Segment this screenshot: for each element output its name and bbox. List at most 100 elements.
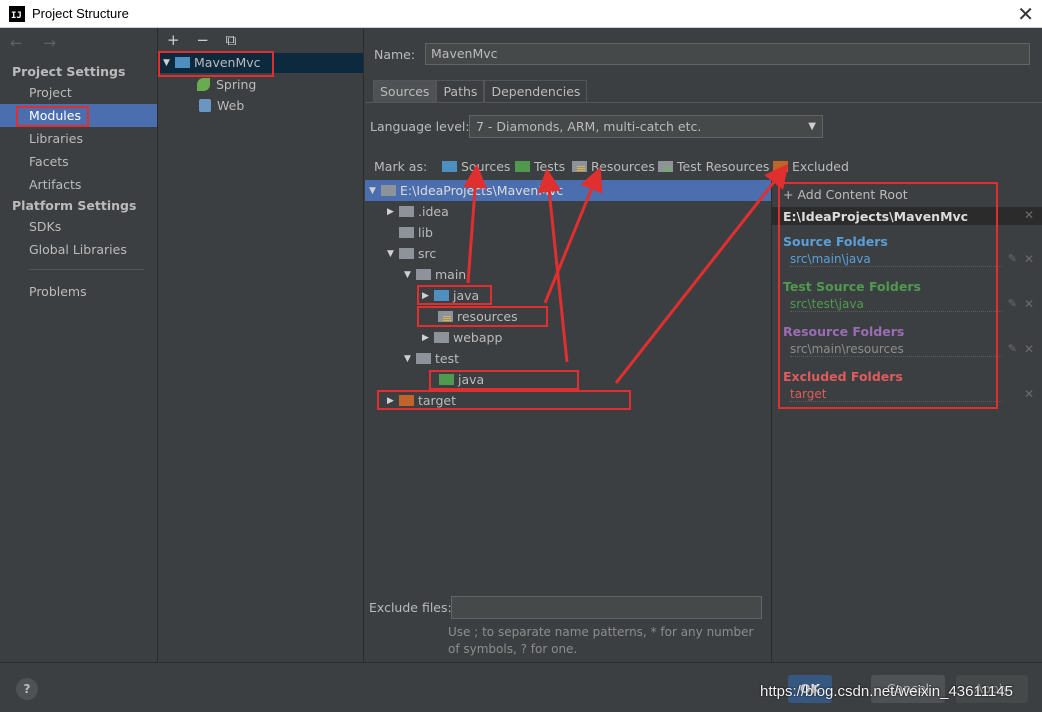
mark-resources-label: Resources	[591, 159, 655, 174]
mark-excluded-button[interactable]: Excluded	[773, 159, 849, 174]
test-folder-icon	[439, 374, 454, 385]
module-item-mavenmvc[interactable]: ▼ MavenMvc	[163, 55, 261, 70]
language-level-label: Language level:	[370, 119, 470, 134]
back-forward-icon[interactable]: ← →	[10, 34, 64, 52]
project-settings-header: Project Settings	[12, 64, 126, 79]
tree-item-src[interactable]: ▼ src	[387, 246, 436, 261]
tree-item-test[interactable]: ▼ test	[404, 351, 459, 366]
remove-folder-icon[interactable]: ✕	[1024, 387, 1034, 401]
tree-item-webapp[interactable]: ▶ webapp	[422, 330, 502, 345]
folder-icon	[399, 248, 414, 259]
test-resources-folder-icon	[658, 161, 673, 172]
tree-item-resources[interactable]: resources	[438, 309, 518, 324]
exclude-files-label: Exclude files:	[369, 600, 452, 615]
add-content-root-button[interactable]: + Add Content Root	[783, 187, 908, 202]
watermark-text: https://blog.csdn.net/weixin_43611145	[760, 683, 1013, 700]
nav-item-global-libraries[interactable]: Global Libraries	[29, 242, 127, 257]
collapse-arrow-icon[interactable]: ▶	[422, 333, 434, 343]
excluded-folder-entry: target	[790, 387, 1002, 402]
tree-item-root[interactable]: ▼ E:\IdeaProjects\MavenMvc	[369, 183, 563, 198]
content-roots-pane: + Add Content Root E:\IdeaProjects\Maven…	[771, 180, 1042, 662]
tab-sources[interactable]: Sources	[373, 80, 437, 102]
mark-tests-label: Tests	[534, 159, 566, 174]
tree-label-root: E:\IdeaProjects\MavenMvc	[400, 183, 564, 198]
mark-sources-label: Sources	[461, 159, 511, 174]
module-label: MavenMvc	[194, 55, 261, 70]
title-bar: IJ Project Structure ✕	[0, 0, 1042, 28]
resources-folder-icon	[572, 161, 587, 172]
remove-content-root-icon[interactable]: ✕	[1024, 208, 1034, 222]
mark-resources-button[interactable]: Resources	[572, 159, 655, 174]
tab-divider	[365, 102, 1042, 103]
remove-folder-icon[interactable]: ✕	[1024, 342, 1034, 356]
remove-folder-icon[interactable]: ✕	[1024, 297, 1034, 311]
expand-arrow-icon[interactable]: ▼	[404, 270, 416, 280]
settings-nav: ← → Project Settings Project Modules Lib…	[0, 28, 158, 662]
window-title: Project Structure	[32, 6, 129, 21]
nav-item-artifacts[interactable]: Artifacts	[29, 177, 81, 192]
chevron-down-icon: ▼	[808, 121, 816, 132]
expand-arrow-icon[interactable]: ▼	[163, 58, 175, 68]
tree-item-main[interactable]: ▼ main	[404, 267, 466, 282]
collapse-arrow-icon[interactable]: ▶	[387, 207, 399, 217]
tab-paths[interactable]: Paths	[436, 80, 485, 102]
tree-label-resources: resources	[457, 309, 518, 324]
content-root-tree: ▼ E:\IdeaProjects\MavenMvc ▶ .idea lib ▼…	[365, 180, 771, 570]
tree-label-lib: lib	[418, 225, 433, 240]
tests-folder-icon	[515, 161, 530, 172]
tree-item-main-java[interactable]: ▶ java	[422, 288, 479, 303]
nav-item-facets[interactable]: Facets	[29, 154, 69, 169]
collapse-arrow-icon[interactable]: ▶	[387, 396, 399, 406]
exclude-files-input[interactable]	[451, 596, 762, 619]
tree-label-test: test	[435, 351, 460, 366]
facet-item-web[interactable]: Web	[199, 98, 244, 113]
mark-tests-button[interactable]: Tests	[515, 159, 565, 174]
folder-icon	[434, 332, 449, 343]
nav-item-libraries[interactable]: Libraries	[29, 131, 83, 146]
mark-sources-button[interactable]: Sources	[442, 159, 510, 174]
nav-item-problems[interactable]: Problems	[29, 284, 87, 299]
folder-icon	[416, 353, 431, 364]
nav-item-modules[interactable]: Modules	[29, 108, 81, 123]
expand-arrow-icon[interactable]: ▼	[404, 354, 416, 364]
tree-item-idea[interactable]: ▶ .idea	[387, 204, 449, 219]
test-source-folders-header: Test Source Folders	[783, 279, 921, 294]
module-tabs: Sources Paths Dependencies	[373, 80, 588, 102]
edit-pencil-icon[interactable]: ✎	[1008, 252, 1017, 265]
content-root-path: E:\IdeaProjects\MavenMvc	[783, 209, 969, 224]
name-label: Name:	[374, 47, 416, 62]
module-toolbar[interactable]: + − ⧉	[167, 31, 242, 49]
help-button[interactable]: ?	[16, 678, 38, 700]
module-tree-pane: + − ⧉ ▼ MavenMvc Spring Web	[159, 28, 364, 662]
module-name-input[interactable]: MavenMvc	[425, 43, 1030, 65]
tree-item-target[interactable]: ▶ target	[387, 393, 456, 408]
tree-label-main-java: java	[453, 288, 480, 303]
folder-icon	[399, 206, 414, 217]
tree-item-test-java[interactable]: java	[439, 372, 484, 387]
close-icon[interactable]: ✕	[1017, 2, 1034, 26]
resource-folder-entry: src\main\resources	[790, 342, 1002, 357]
collapse-arrow-icon[interactable]: ▶	[422, 291, 434, 301]
folder-icon	[416, 269, 431, 280]
tree-item-lib[interactable]: lib	[399, 225, 433, 240]
source-folder-entry: src\main\java	[790, 252, 1002, 267]
edit-pencil-icon[interactable]: ✎	[1008, 342, 1017, 355]
exclude-files-hint: Use ; to separate name patterns, * for a…	[448, 625, 754, 656]
nav-item-sdks[interactable]: SDKs	[29, 219, 61, 234]
sources-folder-icon	[442, 161, 457, 172]
language-level-select[interactable]: 7 - Diamonds, ARM, multi-catch etc. ▼	[469, 115, 823, 138]
edit-pencil-icon[interactable]: ✎	[1008, 297, 1017, 310]
dialog-button-bar: ? OK Cancel Apply https://blog.csdn.net/…	[0, 662, 1042, 712]
remove-folder-icon[interactable]: ✕	[1024, 252, 1034, 266]
mark-test-resources-button[interactable]: Test Resources	[658, 159, 769, 174]
expand-arrow-icon[interactable]: ▼	[369, 186, 381, 196]
tree-label-target: target	[418, 393, 457, 408]
expand-arrow-icon[interactable]: ▼	[387, 249, 399, 259]
nav-separator	[29, 269, 144, 270]
facet-item-spring[interactable]: Spring	[197, 77, 256, 92]
resource-folders-header: Resource Folders	[783, 324, 905, 339]
tab-dependencies[interactable]: Dependencies	[484, 80, 588, 102]
mark-as-label: Mark as:	[374, 159, 428, 174]
nav-item-project[interactable]: Project	[29, 85, 72, 100]
excluded-folder-icon	[773, 161, 788, 172]
